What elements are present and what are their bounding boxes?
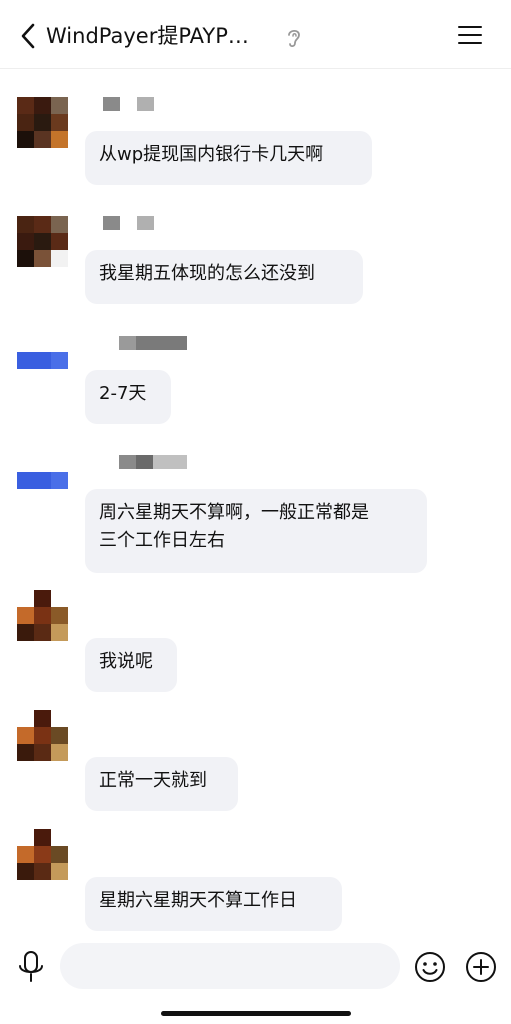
hamburger-menu-icon[interactable] bbox=[458, 24, 482, 46]
message-text: 正常一天就到 bbox=[99, 770, 207, 791]
message-text: 周六星期天不算啊，一般正常都是 三个工作日左右 bbox=[99, 502, 369, 551]
chat-header: WindPayer提PAYP… bbox=[0, 0, 511, 69]
chevron-left-icon[interactable] bbox=[16, 20, 40, 52]
avatar[interactable] bbox=[17, 829, 68, 880]
message-text: 星期六星期天不算工作日 bbox=[99, 890, 297, 911]
avatar[interactable] bbox=[17, 455, 68, 506]
sender-name bbox=[103, 97, 155, 111]
avatar[interactable] bbox=[17, 216, 68, 267]
message-bubble[interactable]: 我说呢 bbox=[85, 638, 177, 692]
message-text: 我星期五体现的怎么还没到 bbox=[99, 263, 315, 284]
emoji-icon[interactable] bbox=[414, 951, 446, 983]
message-bubble[interactable]: 星期六星期天不算工作日 bbox=[85, 877, 342, 931]
message-bubble[interactable]: 2-7天 bbox=[85, 370, 171, 424]
message-input[interactable] bbox=[60, 943, 400, 989]
home-indicator bbox=[161, 1011, 351, 1016]
sender-name bbox=[119, 455, 187, 469]
avatar[interactable] bbox=[17, 590, 68, 641]
sender-name bbox=[119, 336, 187, 350]
ear-icon[interactable] bbox=[285, 26, 303, 50]
message-bubble[interactable]: 从wp提现国内银行卡几天啊 bbox=[85, 131, 372, 185]
message-bubble[interactable]: 周六星期天不算啊，一般正常都是 三个工作日左右 bbox=[85, 489, 427, 573]
message-bubble[interactable]: 正常一天就到 bbox=[85, 757, 238, 811]
message-bubble[interactable]: 我星期五体现的怎么还没到 bbox=[85, 250, 363, 304]
avatar[interactable] bbox=[17, 97, 68, 148]
avatar[interactable] bbox=[17, 335, 68, 386]
add-circle-icon[interactable] bbox=[465, 951, 497, 983]
message-text: 2-7天 bbox=[99, 383, 147, 404]
microphone-icon[interactable] bbox=[16, 950, 46, 984]
sender-name bbox=[103, 216, 155, 230]
message-text: 从wp提现国内银行卡几天啊 bbox=[99, 144, 324, 165]
message-text: 我说呢 bbox=[99, 651, 153, 672]
avatar[interactable] bbox=[17, 710, 68, 761]
chat-title[interactable]: WindPayer提PAYP… bbox=[46, 20, 249, 52]
